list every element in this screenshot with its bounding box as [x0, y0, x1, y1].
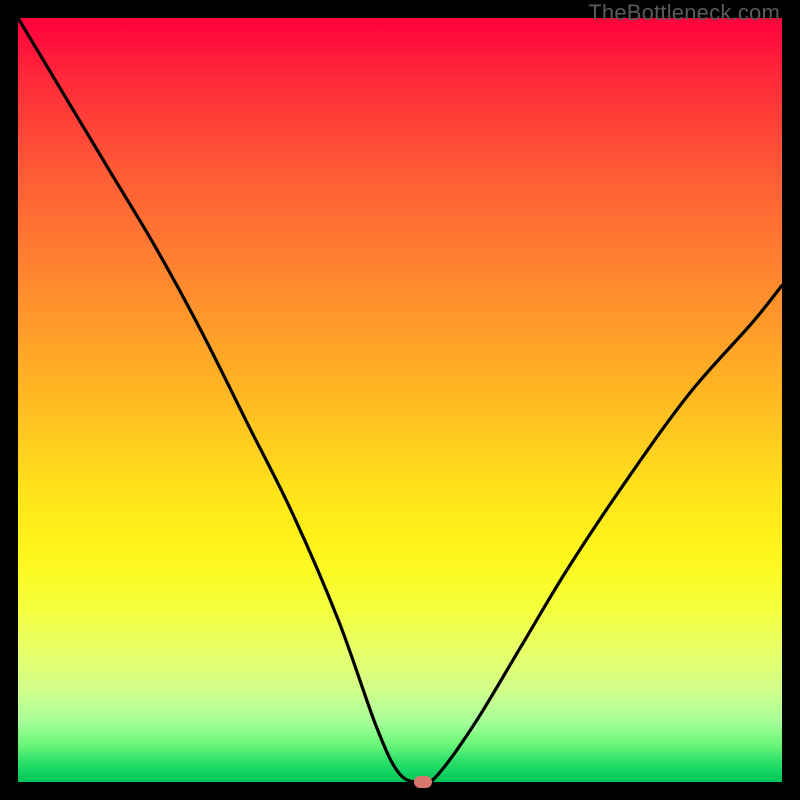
chart-frame: TheBottleneck.com: [0, 0, 800, 800]
watermark-text: TheBottleneck.com: [588, 0, 780, 26]
bottleneck-curve-svg: [18, 18, 782, 782]
bottleneck-curve-path: [18, 18, 782, 782]
minimum-marker: [414, 776, 432, 788]
